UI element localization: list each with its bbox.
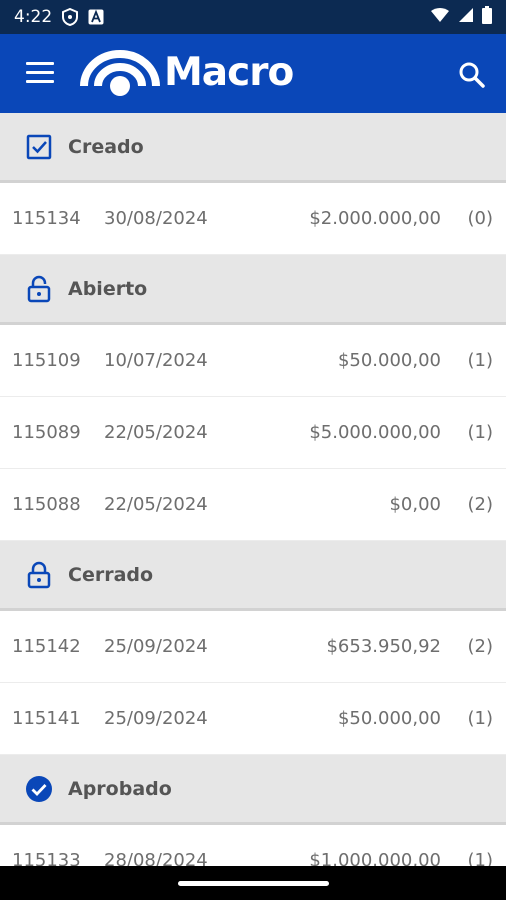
table-row[interactable]: 115142 25/09/2024 $653.950,92 (2): [0, 611, 506, 683]
order-count: (1): [467, 708, 494, 729]
table-row[interactable]: 115089 22/05/2024 $5.000.000,00 (1): [0, 397, 506, 469]
order-count: (2): [467, 636, 494, 657]
logo-text: Macro: [164, 49, 294, 95]
wifi-icon: [430, 7, 450, 28]
menu-icon: [26, 62, 54, 65]
table-row[interactable]: 115133 28/08/2024 $1.000.000,00 (1): [0, 825, 506, 866]
menu-button[interactable]: [26, 62, 54, 84]
search-icon: [459, 62, 485, 88]
table-row[interactable]: 115088 22/05/2024 $0,00 (2): [0, 469, 506, 541]
order-count: (1): [467, 422, 494, 443]
order-date: 25/09/2024: [104, 708, 208, 729]
status-time: 4:22: [14, 7, 53, 27]
macro-logo-icon: [80, 50, 160, 96]
order-amount: $0,00: [389, 494, 441, 515]
order-id: 115141: [12, 708, 81, 729]
home-gesture-handle[interactable]: [178, 881, 329, 886]
a-badge-icon: [88, 9, 104, 25]
section-header-creado: Creado: [0, 113, 506, 183]
order-count: (2): [467, 494, 494, 515]
order-amount: $50.000,00: [337, 708, 441, 729]
order-date: 28/08/2024: [104, 850, 208, 866]
section-header-cerrado: Cerrado: [0, 541, 506, 611]
table-row[interactable]: 115141 25/09/2024 $50.000,00 (1): [0, 683, 506, 755]
section-label: Abierto: [68, 277, 148, 300]
order-date: 22/05/2024: [104, 494, 208, 515]
order-count: (1): [467, 350, 494, 371]
order-count: (0): [467, 208, 494, 229]
macro-logo: Macro: [80, 46, 294, 98]
check-circle-icon: [25, 775, 53, 803]
section-label: Aprobado: [68, 777, 172, 800]
order-id: 115134: [12, 208, 81, 229]
order-date: 25/09/2024: [104, 636, 208, 657]
order-amount: $5.000.000,00: [309, 422, 441, 443]
order-date: 22/05/2024: [104, 422, 208, 443]
app-bar: Macro: [0, 34, 506, 113]
order-amount: $1.000.000,00: [309, 850, 441, 866]
order-count: (1): [467, 850, 494, 866]
search-button[interactable]: [458, 61, 486, 89]
order-id: 115088: [12, 494, 81, 515]
orders-list[interactable]: Creado 115134 30/08/2024 $2.000.000,00 (…: [0, 113, 506, 866]
section-header-abierto: Abierto: [0, 255, 506, 325]
lock-open-icon: [25, 275, 53, 303]
status-bar: 4:22: [0, 0, 506, 34]
order-id: 115133: [12, 850, 81, 866]
order-date: 30/08/2024: [104, 208, 208, 229]
table-row[interactable]: 115134 30/08/2024 $2.000.000,00 (0): [0, 183, 506, 255]
checkbox-checked-icon: [25, 133, 53, 161]
battery-icon: [482, 5, 492, 29]
signal-icon: [458, 7, 474, 28]
order-date: 10/07/2024: [104, 350, 208, 371]
order-amount: $50.000,00: [337, 350, 441, 371]
order-id: 115109: [12, 350, 81, 371]
shield-icon: [62, 8, 79, 26]
order-id: 115089: [12, 422, 81, 443]
lock-closed-icon: [25, 561, 53, 589]
table-row[interactable]: 115109 10/07/2024 $50.000,00 (1): [0, 325, 506, 397]
section-label: Creado: [68, 135, 144, 158]
section-label: Cerrado: [68, 563, 154, 586]
order-id: 115142: [12, 636, 81, 657]
section-header-aprobado: Aprobado: [0, 755, 506, 825]
order-amount: $653.950,92: [326, 636, 441, 657]
order-amount: $2.000.000,00: [309, 208, 441, 229]
navigation-bar: [0, 866, 506, 900]
